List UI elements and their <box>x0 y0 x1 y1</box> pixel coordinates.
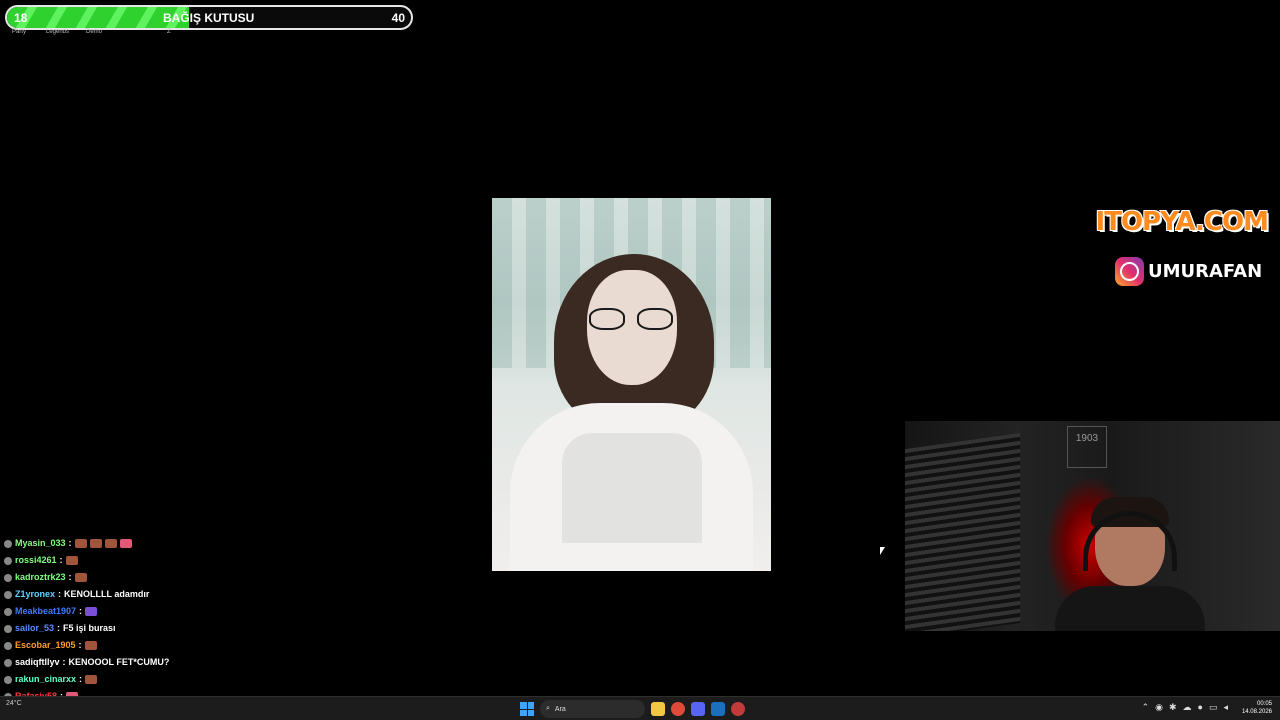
chat-username: Z1yronex <box>15 589 56 599</box>
emote-icon <box>85 607 98 616</box>
streamer <box>1055 497 1205 631</box>
chat-username: kadroztrk23 <box>15 572 66 582</box>
clock-time: 00:05 <box>1256 701 1272 707</box>
emote-icon <box>104 539 117 548</box>
chat-text: KENOOOL FET*CUMU? <box>68 657 170 667</box>
donation-goal-value: 40 <box>391 11 405 25</box>
emote-icon <box>85 675 98 684</box>
start-button-icon[interactable] <box>520 702 534 716</box>
chat-text: F5 işi burası <box>63 623 116 633</box>
user-badge-icon <box>4 607 12 616</box>
chat-username: rossi4261 <box>15 555 57 565</box>
milestone-label: Party <box>12 29 27 35</box>
chat-message: sailor_53: F5 işi burası <box>4 620 334 637</box>
donation-current-value: 18 <box>14 11 28 25</box>
search-placeholder: Ara <box>554 705 566 713</box>
donation-bar: 18 BAĞIŞ KUTUSU 40 <box>5 5 413 30</box>
chat-message: Meakbeat1907: <box>4 603 334 620</box>
instagram-icon <box>1115 256 1144 286</box>
taskbar-center: ⌕ Ara <box>520 699 745 719</box>
chat-username: Myasin_033 <box>15 538 66 548</box>
chat-username: Meakbeat1907 <box>15 606 77 616</box>
chat-message: sadiqftllyv: KENOOOL FET*CUMU? <box>4 654 334 671</box>
chat-text: KENOLLLL adamdır <box>64 589 150 599</box>
chat-username: rakun_cinarxx <box>15 674 77 684</box>
milestone-label: Demo <box>86 29 103 35</box>
emote-icon <box>74 539 87 548</box>
chat-message: rossi4261: <box>4 552 334 569</box>
emote-icon <box>74 573 87 582</box>
user-badge-icon <box>4 658 12 667</box>
emote-icon <box>119 539 132 548</box>
chat-message: Escobar_1905: <box>4 637 334 654</box>
milestone-label: Legends <box>46 29 70 35</box>
cloud-icon[interactable]: ☁ <box>1183 702 1192 713</box>
webcam-wall-sign: 1903 <box>1067 426 1107 468</box>
user-badge-icon <box>4 641 12 650</box>
emote-icon <box>84 641 97 650</box>
webcam-feed: 1903 <box>905 421 1280 631</box>
user-badge-icon <box>4 573 12 582</box>
chat-username: sailor_53 <box>15 623 55 633</box>
emote-icon <box>89 539 102 548</box>
system-tray: ⌃ ◉ ✱ ☁ ● ▭ ◂ <box>1142 702 1228 713</box>
user-badge-icon <box>4 675 12 684</box>
chrome-icon[interactable] <box>671 702 685 716</box>
chat-message: rakun_cinarxx: <box>4 671 334 688</box>
chat-message: Z1yronex: KENOLLLL adamdır <box>4 586 334 603</box>
file-explorer-icon[interactable] <box>651 702 665 716</box>
photo-glasses <box>589 308 673 330</box>
search-icon: ⌕ <box>546 705 550 712</box>
microphone-icon[interactable]: ● <box>1198 702 1203 713</box>
donation-title: BAĞIŞ KUTUSU <box>163 11 255 25</box>
webcam-blinds <box>905 432 1020 631</box>
volume-icon[interactable]: ◂ <box>1223 702 1228 713</box>
weather-widget[interactable]: 24°C <box>6 700 22 707</box>
chat-overlay: Myasin_033: rossi4261: kadroztrk23: Z1yrone… <box>4 535 334 720</box>
user-badge-icon <box>4 539 12 548</box>
donation-milestone-labels: Party Legends Demo Z <box>10 29 210 37</box>
steam-icon[interactable] <box>711 702 725 716</box>
social-handle-text: UMURAFAN <box>1148 260 1263 282</box>
user-badge-icon <box>4 590 12 599</box>
monitor-icon[interactable]: ▭ <box>1209 702 1218 713</box>
sponsor-logo: ITOPYA.COM <box>1095 207 1269 237</box>
user-badge-icon <box>4 624 12 633</box>
chat-message: Myasin_033: <box>4 535 334 552</box>
user-badge-icon <box>4 556 12 565</box>
chevron-up-icon[interactable]: ⌃ <box>1142 702 1150 713</box>
discord-icon[interactable] <box>691 702 705 716</box>
bluetooth-icon[interactable]: ✱ <box>1169 702 1177 713</box>
chat-message: kadroztrk23: <box>4 569 334 586</box>
chat-username: Escobar_1905 <box>15 640 76 650</box>
milestone-label: Z <box>167 29 171 35</box>
social-handle-overlay: UMURAFAN <box>1115 256 1262 286</box>
app-icon[interactable] <box>731 702 745 716</box>
mouse-cursor-icon <box>880 547 885 555</box>
emote-icon <box>65 556 78 565</box>
network-icon[interactable]: ◉ <box>1155 702 1163 713</box>
clock-date: 14.08.2026 <box>1241 709 1272 715</box>
clock[interactable]: 00:05 14.08.2026 <box>1242 700 1272 716</box>
taskbar-search[interactable]: ⌕ Ara <box>540 700 645 718</box>
chat-username: sadiqftllyv <box>15 657 60 667</box>
donation-progress-fill <box>7 7 189 28</box>
center-photo <box>492 198 771 571</box>
photo-top <box>562 433 702 543</box>
taskbar: 24°C ⌕ Ara ⌃ ◉ ✱ ☁ ● ▭ ◂ 00:05 14.08.202… <box>0 696 1280 720</box>
